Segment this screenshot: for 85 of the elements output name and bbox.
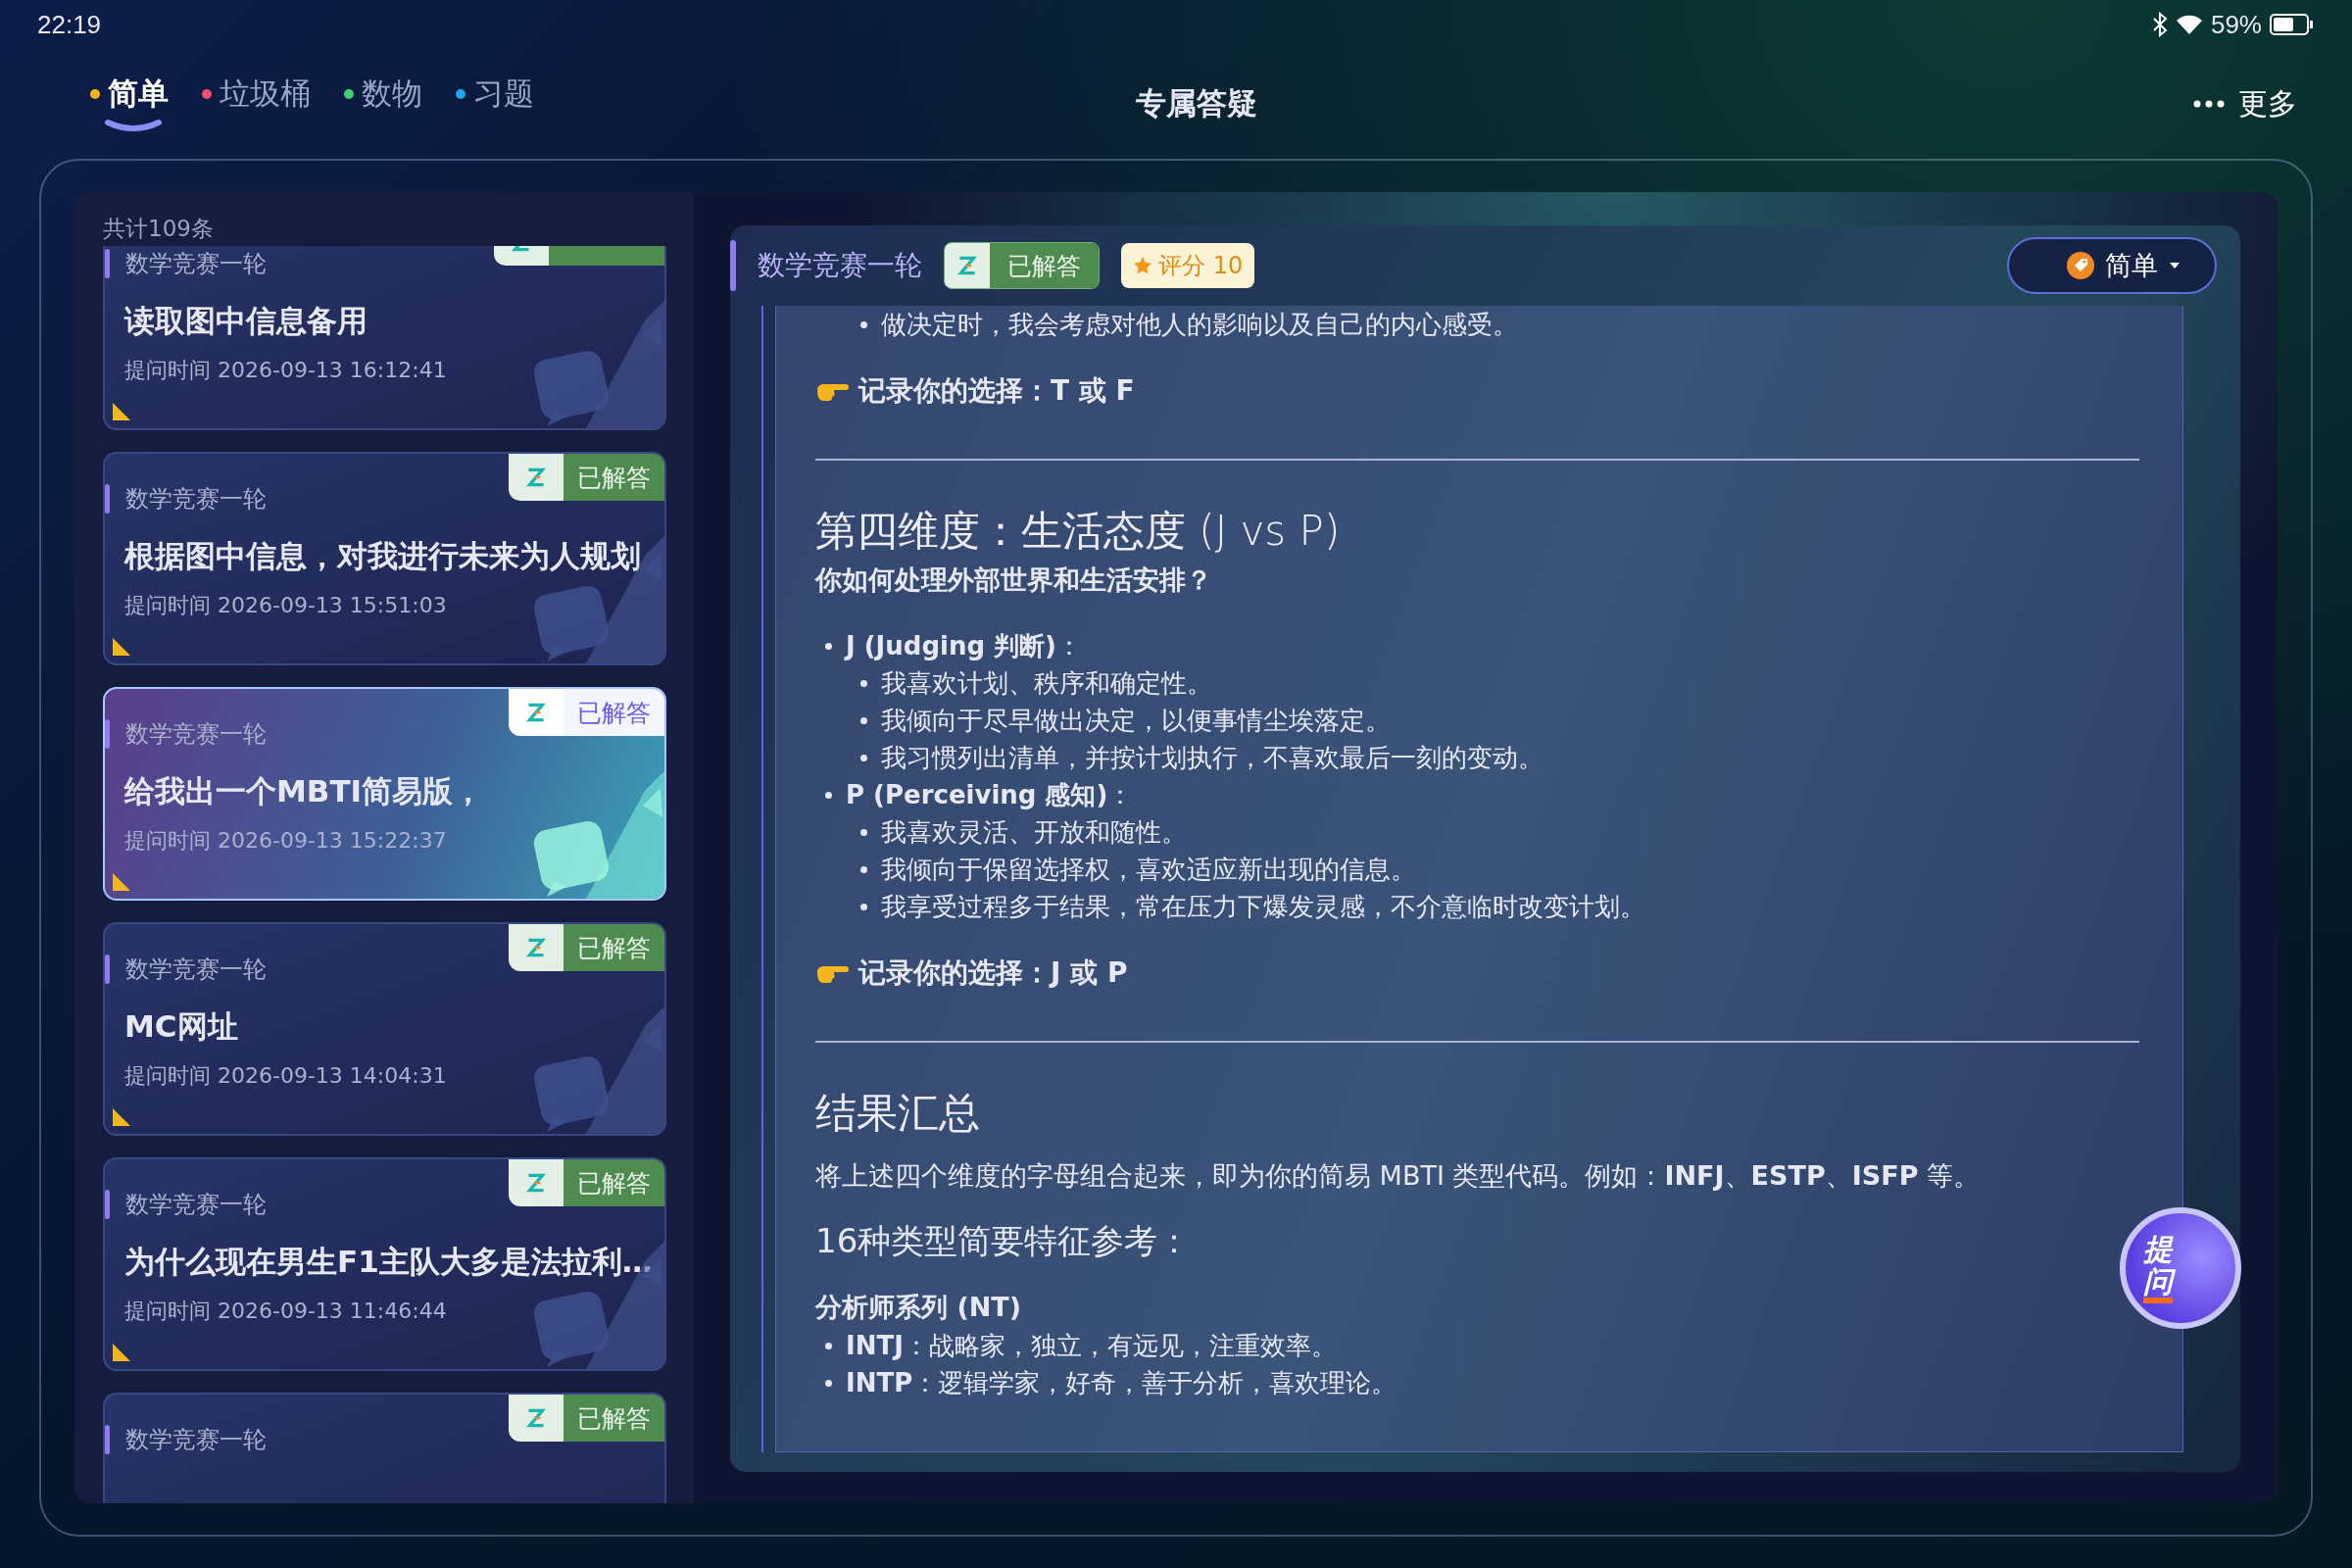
question-card[interactable]: 数学竞赛一轮 根据图中信息，对我进行未来为人规划 提问时间 2026-09-13 15:51:03 已解答 (103, 452, 666, 665)
difficulty-dropdown[interactable]: 简单 (2007, 237, 2217, 294)
wifi-icon (2175, 13, 2203, 36)
list-item-text: 我倾向于尽早做出决定，以便事情尘埃落定。 (881, 704, 1391, 737)
corner-triangle-icon (113, 873, 130, 891)
score-badge: 评分 10 (1121, 243, 1255, 288)
bullet-dot (860, 828, 867, 836)
category-label: 数学竞赛一轮 (125, 484, 267, 514)
accent-bar (105, 1190, 110, 1219)
question-card[interactable]: 数学竞赛一轮 给我出一个MBTI简易版， 提问时间 2026-09-13 15:22:37 已解答 (103, 687, 666, 901)
choice-prompt: 记录你的选择：J 或 P (858, 956, 1128, 991)
accent-bar (105, 719, 110, 749)
corner-triangle-icon (113, 638, 130, 656)
tag-icon (2066, 251, 2095, 280)
clock: 22:19 (37, 9, 102, 40)
list-item-text: 我享受过程多于结果，常在压力下爆发灵感，不介意临时改变计划。 (881, 890, 1645, 923)
question-card[interactable]: 数学竞赛一轮 为什么现在男生F1主队大多是法拉利… 提问时间 2026-09-13 11:46:44 已解答 (103, 1157, 666, 1371)
item-count: 共计109条 (103, 215, 215, 243)
category-label: 数学竞赛一轮 (125, 1425, 267, 1455)
question-time: 提问时间 2026-09-13 11:46:44 (124, 1298, 448, 1325)
list-item-text: 我习惯列出清单，并按计划执行，不喜欢最后一刻的变动。 (881, 741, 1544, 774)
group-title: 分析师系列 (NT) (815, 1291, 1023, 1324)
more-button[interactable]: 更多 (2187, 82, 2303, 125)
question-title: 读取图中信息备用 (124, 302, 368, 340)
more-icon (2193, 100, 2225, 108)
question-card[interactable]: 数学竞赛一轮 已解答 (103, 1393, 666, 1503)
bullet-dot (860, 865, 867, 873)
category-tab[interactable]: 垃圾桶 (202, 74, 311, 134)
bullet-dot (825, 1379, 832, 1387)
choice-prompt: 记录你的选择：T 或 F (858, 373, 1135, 409)
question-card[interactable]: 数学竞赛一轮 读取图中信息备用 提问时间 2026-09-13 16:12:41 (103, 246, 666, 430)
category-label: 数学竞赛一轮 (758, 248, 922, 283)
battery-level: 59% (2210, 9, 2262, 40)
category-label: 数学竞赛一轮 (125, 955, 267, 985)
status-badge: 已解答 (944, 242, 1100, 289)
bullet-dot (825, 791, 832, 799)
bullet-dot (825, 1342, 832, 1349)
accent-bar (105, 955, 110, 984)
section-heading: 结果汇总 (815, 1088, 981, 1139)
category-label: 数学竞赛一轮 (125, 719, 267, 750)
page-title: 专属答疑 (1136, 84, 1257, 122)
category-label: 数学竞赛一轮 (125, 1190, 267, 1220)
accent-bar (105, 1425, 110, 1454)
bullet-dot (825, 642, 832, 650)
list-item-text: 做决定时，我会考虑对他人的影响以及自己的内心感受。 (881, 308, 1518, 341)
category-tab[interactable]: 数物 (344, 74, 422, 134)
subheading: 16种类型简要特征参考： (815, 1220, 1193, 1262)
list-item-text: P (Perceiving 感知)： (846, 778, 1134, 811)
paragraph: 将上述四个维度的字母组合起来，即为你的简易 MBTI 类型代码。例如：INFJ、ESTP、ISFP 等。 (815, 1159, 1982, 1193)
list-item-text: INTJ：战略家，独立，有远见，注重效率。 (846, 1329, 1337, 1362)
question-card[interactable]: 数学竞赛一轮 MC网址 提问时间 2026-09-13 14:04:31 已解答 (103, 922, 666, 1136)
corner-triangle-icon (113, 403, 130, 420)
bullet-dot (860, 679, 867, 687)
category-label: 数学竞赛一轮 (125, 249, 267, 279)
tab-underline (104, 119, 163, 132)
question-time: 提问时间 2026-09-13 15:51:03 (124, 592, 448, 619)
question-time: 提问时间 2026-09-13 15:22:37 (124, 827, 448, 855)
corner-triangle-icon (113, 1344, 130, 1361)
bullet-dot (860, 716, 867, 724)
bluetooth-icon (2151, 12, 2168, 37)
bullet-dot (860, 903, 867, 910)
category-tab[interactable]: 简单 (90, 74, 169, 134)
bullet-dot (860, 754, 867, 761)
list-item-text: J (Judging 判断)： (846, 629, 1082, 662)
question-title: 给我出一个MBTI简易版， (124, 772, 485, 810)
list-item-text: INTP：逻辑学家，好奇，善于分析，喜欢理论。 (846, 1366, 1397, 1399)
list-item-text: 我喜欢灵活、开放和随性。 (881, 815, 1187, 849)
corner-triangle-icon (113, 1108, 130, 1126)
question-time: 提问时间 2026-09-13 14:04:31 (124, 1062, 448, 1090)
accent-bar (105, 249, 110, 278)
star-icon (1133, 256, 1152, 275)
question-title: MC网址 (124, 1007, 239, 1046)
accent-bar (730, 240, 736, 291)
question-title: 根据图中信息，对我进行未来为人规划 (124, 537, 642, 575)
accent-bar (105, 484, 110, 514)
list-item-text: 我倾向于保留选择权，喜欢适应新出现的信息。 (881, 853, 1416, 886)
battery-icon (2270, 13, 2315, 36)
section-heading: 第四维度：生活态度 (J vs P) (815, 506, 1342, 557)
list-item-text: 我喜欢计划、秩序和确定性。 (881, 666, 1212, 700)
question-time: 提问时间 2026-09-13 16:12:41 (124, 357, 448, 384)
category-tab[interactable]: 习题 (456, 74, 534, 134)
question-title: 为什么现在男生F1主队大多是法拉利… (124, 1243, 654, 1281)
bullet-dot (860, 320, 867, 328)
caret-icon (2168, 261, 2181, 270)
section-question: 你如何处理外部世界和生活安排？ (815, 564, 1213, 597)
